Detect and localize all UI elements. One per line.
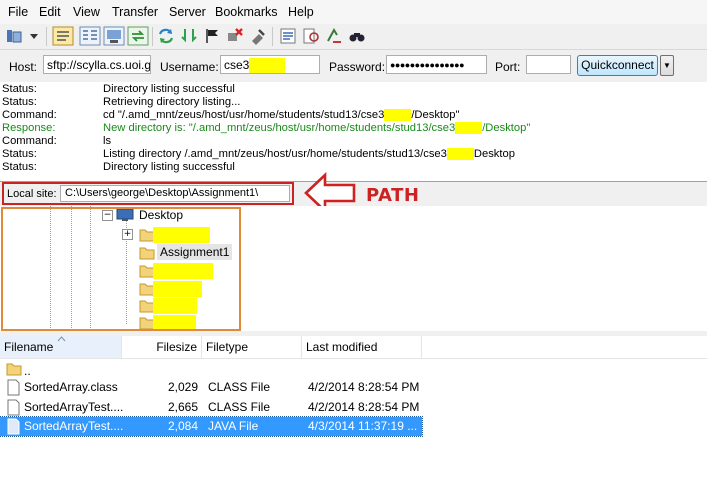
path-annotation-label: PATH bbox=[366, 185, 420, 206]
menu-edit[interactable]: Edit bbox=[39, 5, 61, 19]
column-filesize[interactable]: Filesize bbox=[122, 336, 202, 358]
compare-icon[interactable] bbox=[302, 27, 320, 45]
local-tree-icon[interactable] bbox=[79, 26, 101, 46]
search-icon[interactable] bbox=[348, 27, 366, 45]
log-message-part: cd "/.amd_mnt/zeus/host/usr/home/student… bbox=[103, 109, 385, 121]
table-row[interactable]: SortedArrayTest.... 2,665 CLASS File 4/2… bbox=[0, 398, 422, 417]
host-label: Host: bbox=[9, 60, 38, 74]
log-message: Directory listing successful bbox=[103, 83, 235, 95]
log-message-part: New directory is: "/.amd_mnt/zeus/host/u… bbox=[103, 122, 456, 134]
file-type: JAVA File bbox=[208, 419, 259, 433]
transfer-queue-icon[interactable] bbox=[127, 26, 149, 46]
host-field[interactable]: sftp://scylla.cs.uoi.gr bbox=[43, 55, 151, 74]
password-label: Password: bbox=[329, 60, 386, 74]
process-queue-icon[interactable] bbox=[180, 27, 198, 45]
file-icon bbox=[7, 399, 20, 416]
disconnect-icon[interactable] bbox=[226, 27, 244, 45]
log-message: New directory is: "/.amd_mnt/zeus/host/u… bbox=[103, 122, 531, 135]
folder-icon bbox=[6, 363, 22, 376]
log-message-part: Desktop bbox=[473, 148, 515, 160]
remote-tree-icon[interactable] bbox=[103, 26, 125, 46]
reconnect-icon[interactable] bbox=[249, 27, 267, 45]
local-site-path-input[interactable]: C:\Users\george\Desktop\Assignment1\ bbox=[60, 185, 290, 202]
log-type: Status: bbox=[2, 161, 37, 173]
redaction-mark bbox=[446, 148, 474, 161]
log-message-part: Listing directory /.amd_mnt/zeus/host/us… bbox=[103, 148, 447, 160]
log-message: ls bbox=[103, 135, 112, 147]
file-icon bbox=[7, 379, 20, 396]
file-size: 2,665 bbox=[167, 400, 198, 414]
port-field[interactable] bbox=[526, 55, 571, 74]
log-message: cd "/.amd_mnt/zeus/host/usr/home/student… bbox=[103, 109, 460, 122]
column-filetype[interactable]: Filetype bbox=[202, 336, 302, 358]
tree-highlight-frame bbox=[1, 207, 241, 331]
redaction-mark bbox=[249, 58, 286, 73]
site-manager-icon[interactable] bbox=[5, 27, 23, 45]
message-log: Status: Directory listing successful Sta… bbox=[0, 82, 707, 182]
log-type: Response: bbox=[2, 122, 56, 134]
file-modified: 4/3/2014 11:37:19 ... bbox=[308, 419, 418, 433]
toolbar bbox=[0, 24, 707, 50]
log-type: Command: bbox=[2, 135, 57, 147]
quickconnect-button[interactable]: Quickconnect bbox=[577, 55, 658, 76]
cancel-icon[interactable] bbox=[203, 27, 221, 45]
local-site-label: Local site: bbox=[7, 188, 57, 200]
menu-bar: File Edit View Transfer Server Bookmarks… bbox=[0, 0, 707, 25]
file-modified: 4/2/2014 8:28:54 PM bbox=[308, 380, 420, 394]
log-message: Directory listing successful bbox=[103, 161, 235, 173]
menu-server[interactable]: Server bbox=[169, 5, 206, 19]
log-type: Command: bbox=[2, 109, 57, 121]
file-name: SortedArrayTest.... bbox=[24, 400, 124, 414]
log-message: Listing directory /.amd_mnt/zeus/host/us… bbox=[103, 148, 515, 161]
file-list-header: Filename Filesize Filetype Last modified bbox=[0, 336, 707, 359]
menu-file[interactable]: File bbox=[8, 5, 28, 19]
column-label: Filesize bbox=[156, 340, 197, 354]
column-label: Filetype bbox=[206, 340, 249, 354]
menu-bookmarks[interactable]: Bookmarks bbox=[215, 5, 278, 19]
column-label: Filename bbox=[4, 340, 54, 354]
quickconnect-bar: Host: sftp://scylla.cs.uoi.gr Username: … bbox=[0, 50, 707, 83]
username-label: Username: bbox=[160, 60, 219, 74]
log-type: Status: bbox=[2, 96, 37, 108]
file-size: 2,084 bbox=[167, 419, 198, 433]
table-row[interactable]: SortedArray.class 2,029 CLASS File 4/2/2… bbox=[0, 378, 422, 397]
username-field[interactable]: cse3 bbox=[220, 55, 320, 74]
username-value: cse3 bbox=[224, 58, 250, 72]
file-name: SortedArrayTest.... bbox=[24, 419, 124, 433]
redaction-mark bbox=[384, 109, 412, 122]
log-type: Status: bbox=[2, 148, 37, 160]
sort-ascending-icon bbox=[57, 336, 66, 342]
list-item[interactable]: .. bbox=[0, 359, 422, 378]
refresh-icon[interactable] bbox=[157, 27, 175, 45]
file-size: 2,029 bbox=[167, 380, 198, 394]
quickconnect-dropdown[interactable]: ▼ bbox=[660, 55, 674, 76]
log-message: Retrieving directory listing... bbox=[103, 96, 241, 108]
file-modified: 4/2/2014 8:28:54 PM bbox=[308, 400, 420, 414]
message-log-icon[interactable] bbox=[52, 26, 74, 46]
menu-transfer[interactable]: Transfer bbox=[112, 5, 158, 19]
password-field[interactable]: ●●●●●●●●●●●●●●● bbox=[386, 55, 487, 74]
dropdown-icon[interactable] bbox=[28, 27, 40, 45]
table-row-selected[interactable]: SortedArrayTest.... 2,084 JAVA File 4/3/… bbox=[0, 416, 423, 437]
port-label: Port: bbox=[495, 60, 521, 74]
directory-listing-filters-icon[interactable] bbox=[279, 27, 297, 45]
file-type: CLASS File bbox=[208, 380, 271, 394]
column-label: Last modified bbox=[306, 340, 378, 354]
menu-help[interactable]: Help bbox=[288, 5, 314, 19]
menu-view[interactable]: View bbox=[73, 5, 100, 19]
log-message-part: /Desktop" bbox=[482, 122, 531, 134]
log-message-part: /Desktop" bbox=[411, 109, 460, 121]
column-last-modified[interactable]: Last modified bbox=[302, 336, 422, 358]
sync-browsing-icon[interactable] bbox=[325, 27, 343, 45]
redaction-mark bbox=[455, 122, 483, 135]
log-type: Status: bbox=[2, 83, 37, 95]
java-file-icon bbox=[7, 418, 20, 435]
file-name: SortedArray.class bbox=[24, 380, 118, 394]
file-type: CLASS File bbox=[208, 400, 271, 414]
